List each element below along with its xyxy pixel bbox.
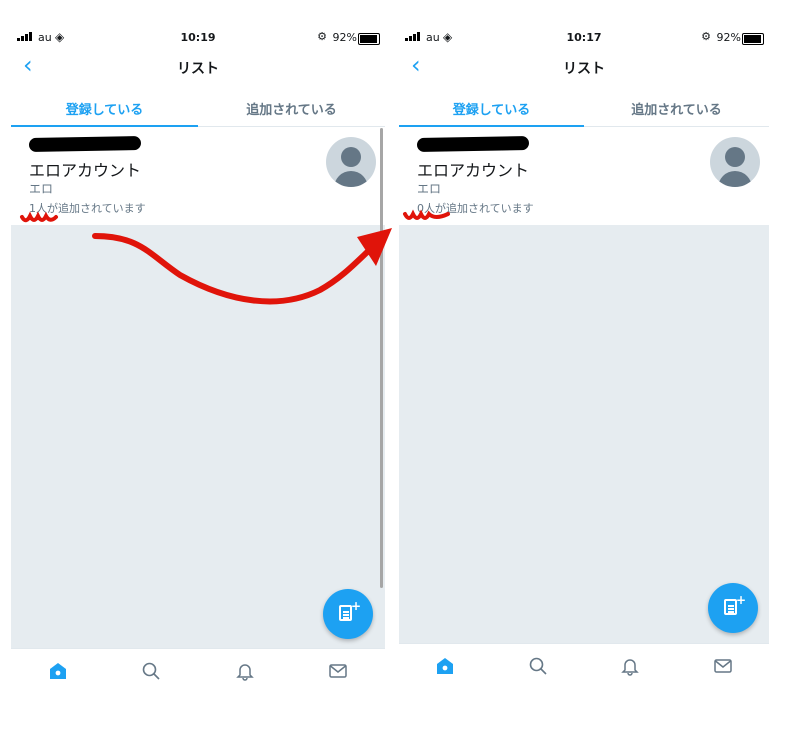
redaction-mark <box>28 136 142 152</box>
tab-member-of[interactable]: 追加されている <box>198 94 385 126</box>
nav-bar: ‹ リスト <box>11 51 385 81</box>
bottom-tab-bar <box>399 643 769 688</box>
tab-bar: 登録している 追加されている <box>11 94 385 127</box>
nav-notifications[interactable] <box>198 649 292 693</box>
list-item[interactable]: エロアカウント エロ 0人が追加されています <box>399 127 769 225</box>
nav-home[interactable] <box>399 644 492 688</box>
mail-icon <box>714 659 732 673</box>
avatar <box>326 137 376 187</box>
tab-subscribed[interactable]: 登録している <box>11 94 198 127</box>
rotation-lock-icon: ⚙ <box>317 30 327 43</box>
list-name: エロアカウント <box>417 161 530 180</box>
bell-icon <box>621 659 640 676</box>
tab-member-of[interactable]: 追加されている <box>584 94 769 126</box>
screenshot-before: au ◈ 10:19 ⚙ 92% ‹ リスト 登録している 追加されている エロ… <box>11 0 385 700</box>
list-member-count: 0人が追加されています <box>417 202 534 215</box>
status-time: 10:19 <box>180 31 216 44</box>
battery-percent: 92% <box>716 31 741 44</box>
status-time: 10:17 <box>566 31 602 44</box>
list-item[interactable]: エロアカウント エロ 1人が追加されています <box>11 127 385 225</box>
empty-area <box>11 225 385 648</box>
status-bar: au ◈ 10:19 ⚙ 92% <box>11 30 385 48</box>
nav-notifications[interactable] <box>584 644 677 688</box>
redaction-mark <box>416 136 530 152</box>
rotation-lock-icon: ⚙ <box>701 30 711 43</box>
scrollbar[interactable] <box>380 128 383 588</box>
battery-icon <box>742 33 764 45</box>
new-list-button[interactable]: + <box>708 583 758 633</box>
avatar <box>710 137 760 187</box>
home-icon <box>437 658 454 674</box>
battery-percent: 92% <box>332 31 357 44</box>
tab-subscribed[interactable]: 登録している <box>399 94 584 127</box>
page-title: リスト <box>563 61 605 77</box>
new-list-button[interactable]: + <box>323 589 373 639</box>
bottom-tab-bar <box>11 648 385 693</box>
home-icon <box>49 663 66 679</box>
nav-search[interactable] <box>492 644 585 688</box>
list-member-count: 1人が追加されています <box>29 202 146 215</box>
screenshot-after: au ◈ 10:17 ⚙ 92% ‹ リスト 登録している 追加されている エロ… <box>399 0 769 700</box>
battery-icon <box>358 33 380 45</box>
nav-bar: ‹ リスト <box>399 51 769 81</box>
bell-icon <box>235 664 254 681</box>
nav-messages[interactable] <box>677 644 770 688</box>
nav-home[interactable] <box>11 649 105 693</box>
tab-bar: 登録している 追加されている <box>399 94 769 127</box>
status-bar: au ◈ 10:17 ⚙ 92% <box>399 30 769 48</box>
list-description: エロ <box>417 182 442 196</box>
empty-area <box>399 225 769 643</box>
list-name: エロアカウント <box>29 161 142 180</box>
page-title: リスト <box>177 61 219 77</box>
search-icon <box>529 657 547 675</box>
mail-icon <box>329 664 347 678</box>
list-description: エロ <box>29 182 54 196</box>
nav-messages[interactable] <box>292 649 386 693</box>
nav-search[interactable] <box>105 649 199 693</box>
search-icon <box>142 662 160 680</box>
